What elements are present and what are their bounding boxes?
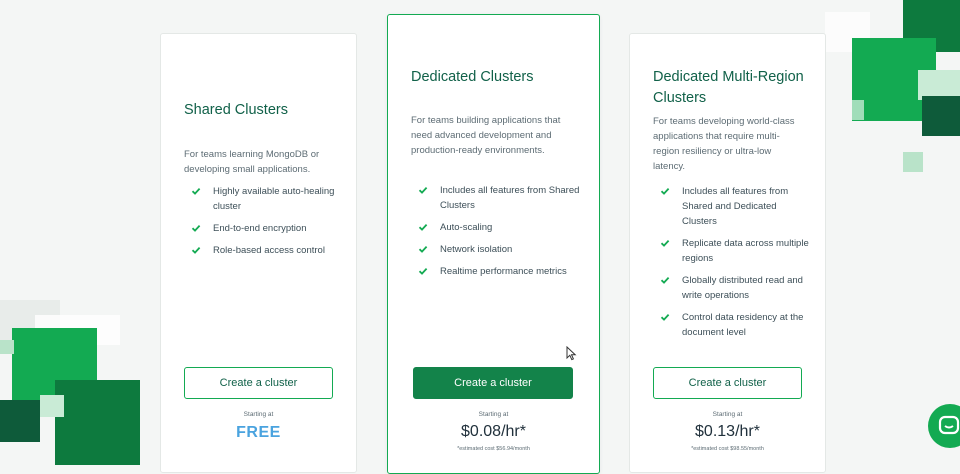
chat-icon <box>938 415 960 442</box>
list-item: Includes all features from Shared and De… <box>660 184 809 229</box>
check-icon <box>418 266 428 276</box>
create-cluster-button[interactable]: Create a cluster <box>653 367 802 399</box>
plan-title: Shared Clusters <box>184 102 288 118</box>
list-item: Role-based access control <box>191 243 340 258</box>
feature-list: Includes all features from Shared Cluste… <box>418 183 583 286</box>
create-cluster-button[interactable]: Create a cluster <box>413 367 573 399</box>
plan-description: For teams building applications that nee… <box>411 115 561 156</box>
starting-at-label: Starting at <box>243 411 274 418</box>
plan-description: For teams developing world-class applica… <box>653 116 795 172</box>
estimated-cost-note: *estimated cost $56.94/month <box>457 446 530 452</box>
plan-card-dedicated: Dedicated Clusters For teams building ap… <box>387 14 600 474</box>
price-label: $0.13/hr* <box>695 423 760 440</box>
list-item: Control data residency at the document l… <box>660 310 809 340</box>
list-item: Auto-scaling <box>418 220 583 235</box>
feature-list: Highly available auto-healing cluster En… <box>191 184 340 265</box>
list-item: Replicate data across multiple regions <box>660 236 809 266</box>
plan-title: Dedicated Multi-Region Clusters <box>653 69 804 106</box>
price-label: FREE <box>236 424 281 441</box>
check-icon <box>660 312 670 322</box>
list-item: Network isolation <box>418 242 583 257</box>
list-item: Realtime performance metrics <box>418 264 583 279</box>
create-cluster-button[interactable]: Create a cluster <box>184 367 333 399</box>
check-icon <box>418 244 428 254</box>
chat-button[interactable] <box>928 404 960 448</box>
check-icon <box>191 223 201 233</box>
check-icon <box>418 222 428 232</box>
check-icon <box>418 185 428 195</box>
feature-list: Includes all features from Shared and De… <box>660 184 809 347</box>
starting-at-label: Starting at <box>712 411 743 418</box>
check-icon <box>191 245 201 255</box>
plan-description: For teams learning MongoDB or developing… <box>184 149 320 175</box>
check-icon <box>660 275 670 285</box>
estimated-cost-note: *estimated cost $98.55/month <box>691 446 764 452</box>
plan-card-multi-region: Dedicated Multi-Region Clusters For team… <box>629 33 826 473</box>
list-item: Globally distributed read and write oper… <box>660 273 809 303</box>
plan-title: Dedicated Clusters <box>411 69 534 85</box>
check-icon <box>660 238 670 248</box>
price-label: $0.08/hr* <box>461 423 526 440</box>
list-item: Includes all features from Shared Cluste… <box>418 183 583 213</box>
plan-card-shared: Shared Clusters For teams learning Mongo… <box>160 33 357 473</box>
check-icon <box>660 186 670 196</box>
mouse-cursor-icon <box>566 345 577 366</box>
list-item: End-to-end encryption <box>191 221 340 236</box>
check-icon <box>191 186 201 196</box>
starting-at-label: Starting at <box>478 411 509 418</box>
list-item: Highly available auto-healing cluster <box>191 184 340 214</box>
